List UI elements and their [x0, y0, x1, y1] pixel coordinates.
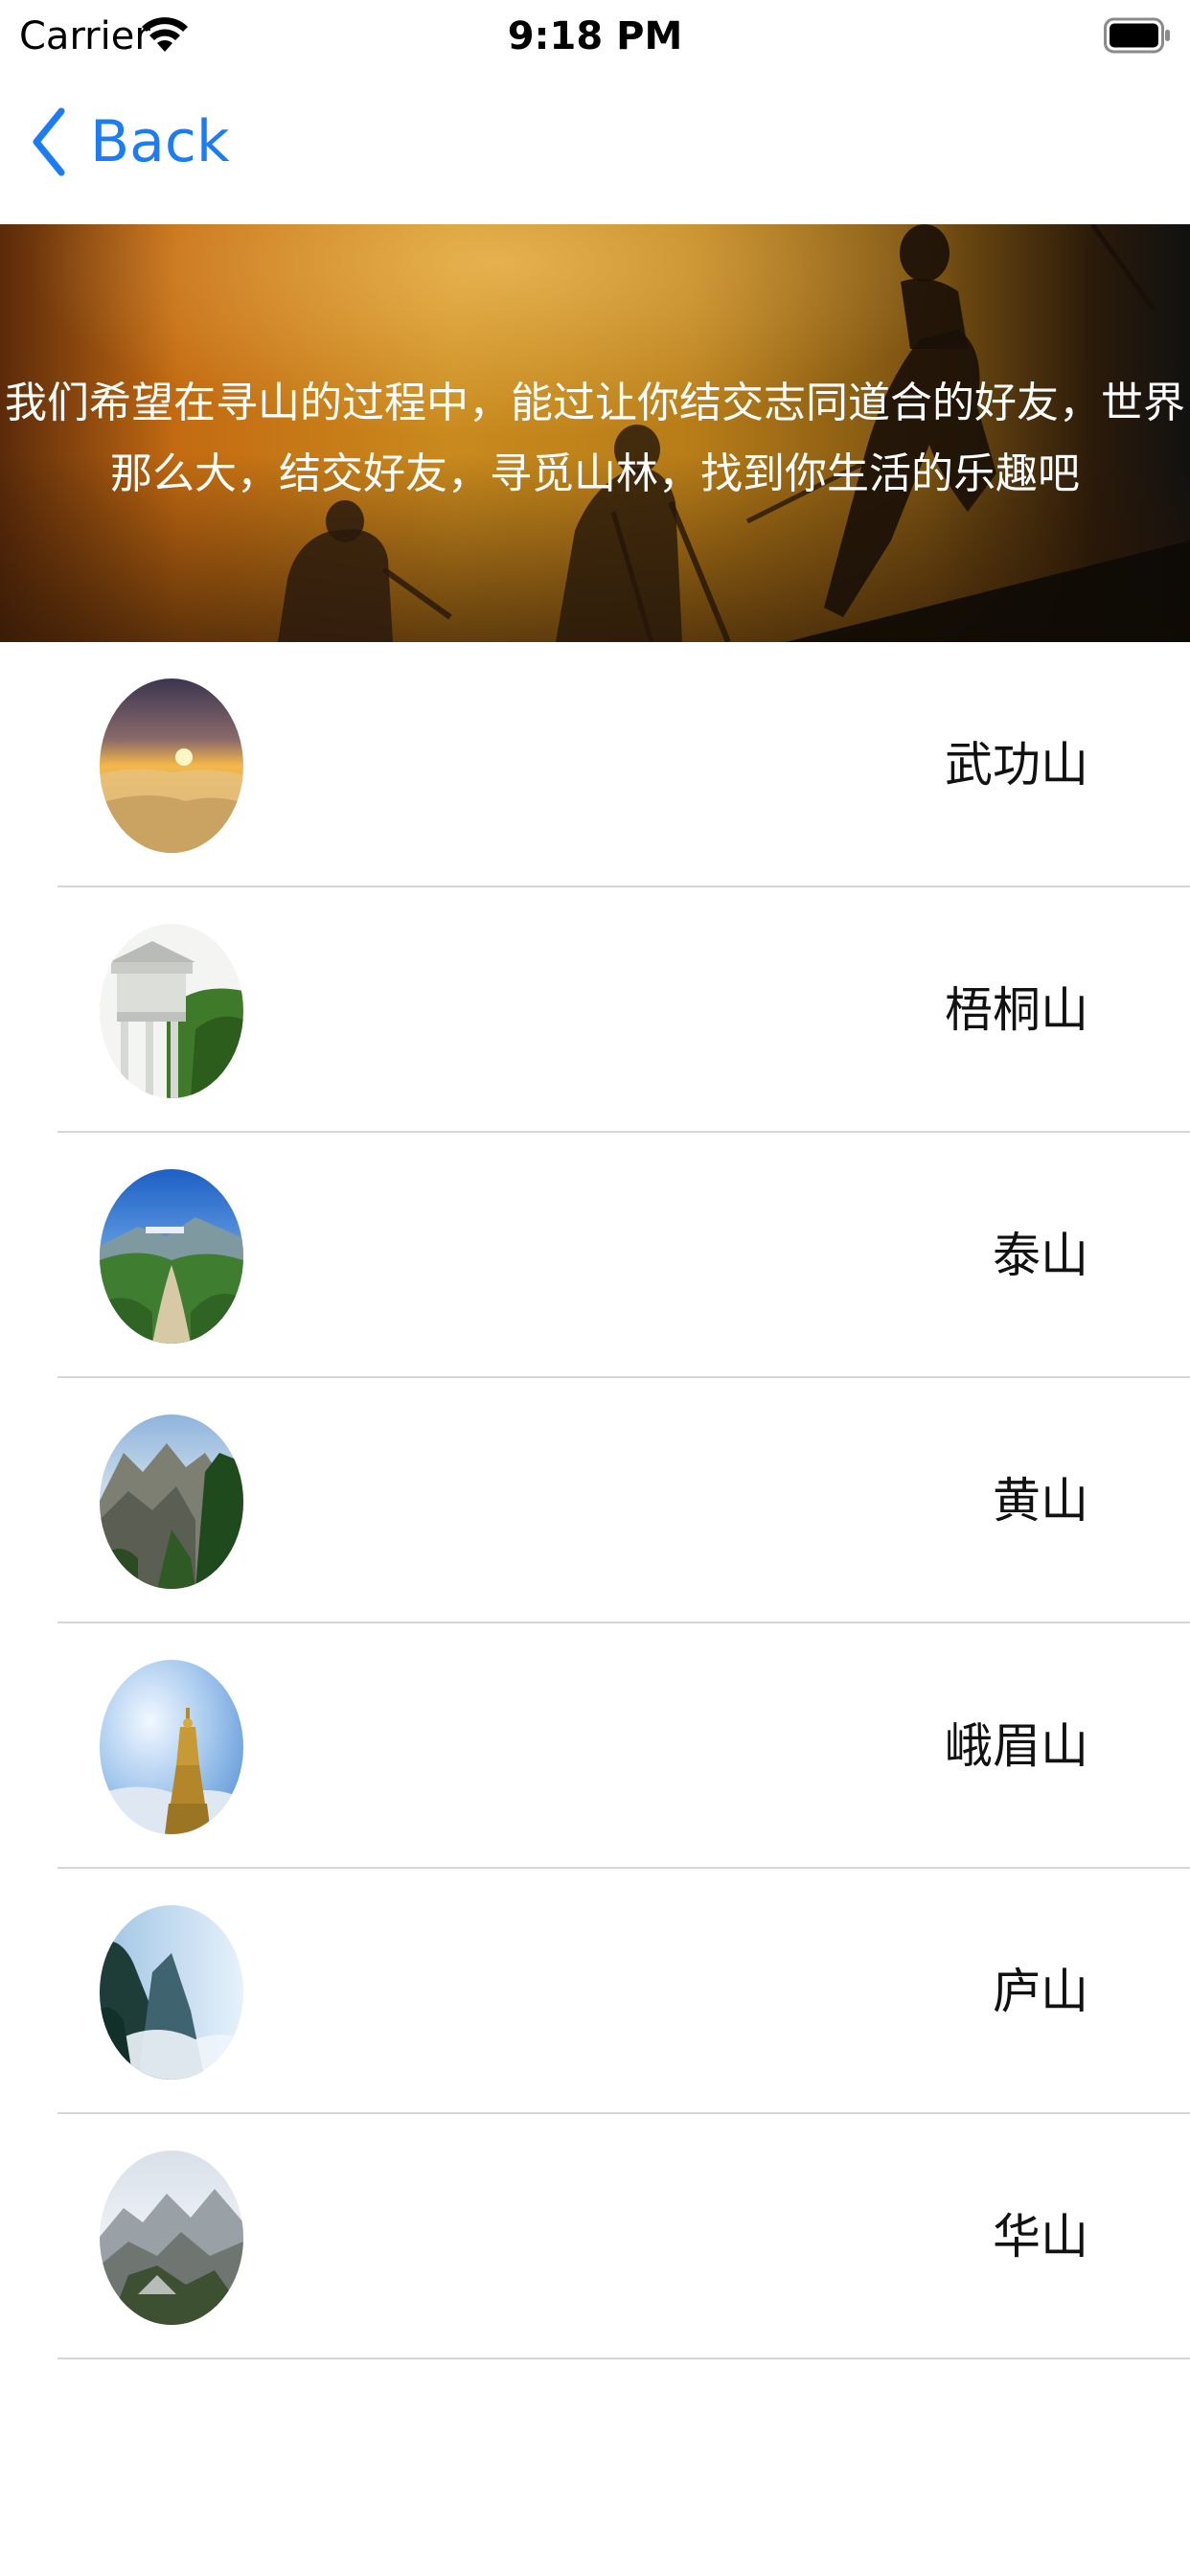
mountain-thumbnail: [100, 1905, 243, 2080]
mountain-name: 泰山: [993, 1228, 1088, 1283]
list-item-mountain-1[interactable]: 武功山: [0, 642, 1190, 887]
list-item-mountain-3[interactable]: 泰山: [0, 1133, 1190, 1378]
mountain-thumbnail: [100, 1660, 243, 1834]
banner-caption-line-1: 我们希望在寻山的过程中，能过让你结交志同道合的好友，世界: [5, 379, 1185, 427]
list-item-mountain-2[interactable]: 梧桐山: [0, 887, 1190, 1133]
list-item-mountain-6[interactable]: 庐山: [0, 1869, 1190, 2114]
hero-banner: 我们希望在寻山的过程中，能过让你结交志同道合的好友，世界 那么大，结交好友，寻觅…: [0, 224, 1190, 642]
mountain-name: 梧桐山: [945, 982, 1088, 1038]
mountain-list: 武功山 梧桐山 泰山 黄山 峨眉山 庐山 华山: [0, 642, 1190, 2396]
list-item-mountain-4[interactable]: 黄山: [0, 1378, 1190, 1623]
mountain-thumbnail: [100, 678, 243, 853]
list-item-mountain-7[interactable]: 华山: [0, 2114, 1190, 2359]
banner-caption-line-2: 那么大，结交好友，寻觅山林，找到你生活的乐趣吧: [110, 449, 1080, 498]
mountain-thumbnail: [100, 1169, 243, 1344]
banner-caption: 我们希望在寻山的过程中，能过让你结交志同道合的好友，世界 那么大，结交好友，寻觅…: [0, 368, 1190, 510]
mountain-name: 庐山: [993, 1964, 1088, 2019]
status-bar: Carrier 9:18 PM: [0, 0, 1190, 77]
list-item-mountain-5[interactable]: 峨眉山: [0, 1623, 1190, 1869]
back-label: Back: [90, 108, 230, 175]
mountain-name: 黄山: [993, 1473, 1088, 1529]
list-item-mountain-8-partial[interactable]: [0, 2359, 1190, 2396]
battery-icon: [1104, 17, 1170, 54]
back-button[interactable]: Back: [29, 104, 230, 180]
mountain-thumbnail: [100, 1414, 243, 1589]
mountain-thumbnail: [100, 2150, 243, 2325]
mountain-name: 峨眉山: [945, 1718, 1088, 1774]
navigation-bar: Back: [0, 77, 1190, 224]
mountain-name: 武功山: [945, 737, 1088, 793]
mountain-name: 华山: [993, 2209, 1088, 2265]
mountain-thumbnail: [100, 924, 243, 1098]
status-time: 9:18 PM: [507, 14, 683, 58]
chevron-left-icon: [33, 107, 65, 176]
